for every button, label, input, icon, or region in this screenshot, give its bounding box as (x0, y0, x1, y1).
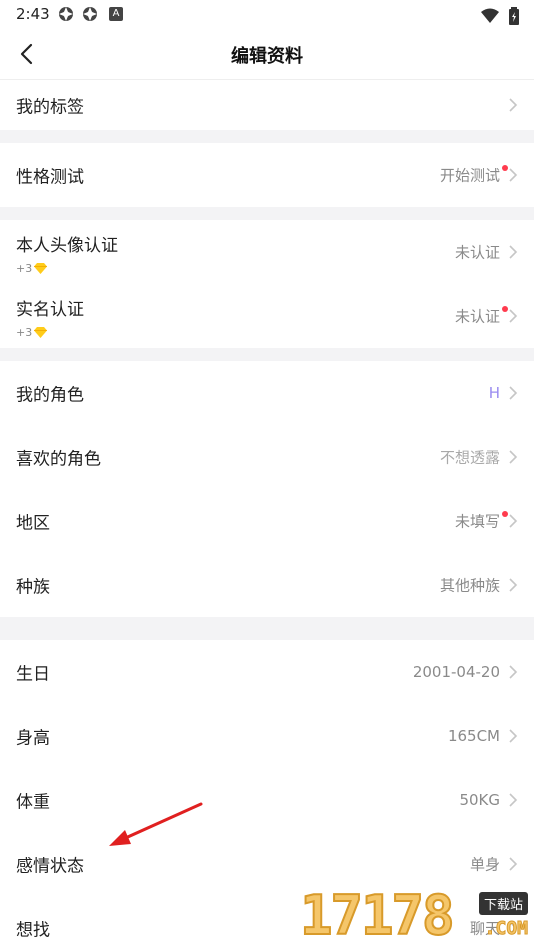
row-label: 性格测试 (16, 167, 84, 188)
a-badge-icon: A (109, 7, 123, 21)
row-value: 其他种族 (439, 576, 500, 595)
reward-text: +3 (16, 326, 48, 339)
row-label: 种族 (16, 577, 50, 598)
diamond-icon (34, 327, 48, 338)
chevron-right-icon (509, 793, 518, 807)
wifi-icon (480, 8, 499, 23)
row-value: 单身 (469, 855, 500, 874)
diamond-icon (34, 263, 48, 274)
reward-text: +3 (16, 262, 48, 275)
app-notification-icon (59, 7, 73, 21)
status-bar: 2:43 A (0, 0, 534, 28)
watermark-tag: 下载站 (478, 892, 528, 915)
chevron-right-icon (509, 245, 518, 259)
chevron-right-icon (509, 98, 518, 112)
row-label: 实名认证 (16, 300, 84, 320)
row-label: 感情状态 (16, 856, 84, 877)
chevron-right-icon (509, 665, 518, 679)
row-my-tags[interactable]: 我的标签 (0, 80, 534, 130)
battery-icon (509, 6, 519, 25)
row-value: 165CM (447, 727, 500, 745)
row-personality-test[interactable]: 性格测试 开始测试 (0, 143, 534, 207)
chevron-right-icon (509, 857, 518, 871)
row-label: 生日 (16, 664, 50, 685)
row-value: H (488, 384, 500, 402)
section-divider (0, 617, 534, 640)
chevron-right-icon (509, 578, 518, 592)
row-value: 开始测试 (439, 166, 500, 185)
section-divider (0, 207, 534, 220)
annotation-arrow (109, 802, 203, 846)
row-value: 未认证 (454, 307, 500, 326)
row-my-role[interactable]: 我的角色 H (0, 361, 534, 425)
watermark-domain: .COM (484, 918, 528, 940)
row-label: 我的标签 (16, 97, 84, 118)
row-label: 本人头像认证 (16, 236, 118, 256)
row-value: 未认证 (454, 243, 500, 262)
status-time: 2:43 (16, 5, 50, 23)
app-notification-icon (83, 7, 97, 21)
chevron-right-icon (509, 729, 518, 743)
chevron-right-icon (509, 309, 518, 323)
chevron-right-icon (509, 514, 518, 528)
row-label: 想找 (16, 920, 50, 941)
watermark-logo: 17178 下载站 .COM (298, 884, 529, 948)
row-height[interactable]: 身高 165CM (0, 704, 534, 768)
row-value: 50KG (459, 791, 500, 809)
row-label: 身高 (16, 728, 50, 749)
status-right (480, 5, 520, 25)
section-divider (0, 130, 534, 143)
chevron-right-icon (509, 386, 518, 400)
profile-form: 我的标签 性格测试 开始测试 本人头像认证 +3 未认证 实名认证 +3 未认证… (0, 80, 534, 950)
navigation-bar: 编辑资料 (0, 28, 534, 80)
row-birthday[interactable]: 生日 2001-04-20 (0, 640, 534, 704)
reward-amount: +3 (16, 262, 33, 275)
row-region[interactable]: 地区 未填写 (0, 489, 534, 553)
row-label: 体重 (16, 792, 50, 813)
row-weight[interactable]: 体重 50KG (0, 768, 534, 832)
reward-amount: +3 (16, 326, 33, 339)
row-value: 不想透露 (439, 448, 500, 467)
row-realname-verification[interactable]: 实名认证 +3 未认证 (0, 284, 534, 348)
watermark-number: 17178 (299, 884, 456, 947)
row-label: 我的角色 (16, 385, 84, 406)
row-label: 地区 (16, 513, 50, 534)
row-value: 未填写 (454, 512, 500, 531)
row-label: 喜欢的角色 (16, 449, 101, 470)
section-divider (0, 348, 534, 361)
row-liked-role[interactable]: 喜欢的角色 不想透露 (0, 425, 534, 489)
row-avatar-verification[interactable]: 本人头像认证 +3 未认证 (0, 220, 534, 284)
row-value: 2001-04-20 (412, 663, 500, 681)
row-race[interactable]: 种族 其他种族 (0, 553, 534, 617)
chevron-right-icon (509, 450, 518, 464)
page-title: 编辑资料 (231, 46, 303, 67)
chevron-right-icon (509, 168, 518, 182)
